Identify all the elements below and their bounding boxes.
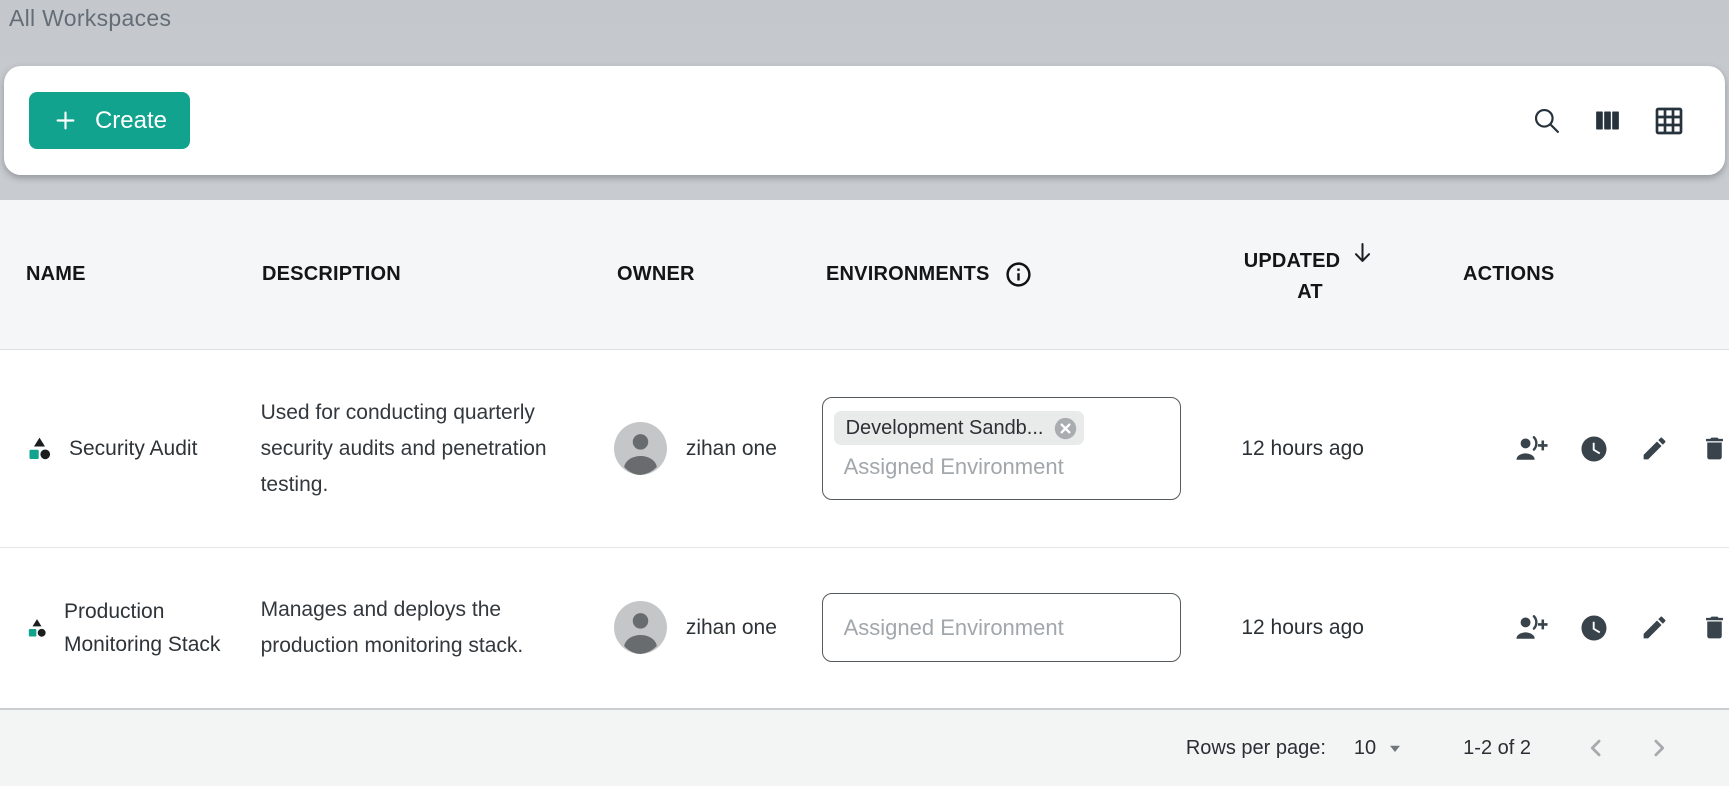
- rows-per-page-value: 10: [1354, 737, 1376, 760]
- rows-per-page-label: Rows per page:: [1186, 737, 1326, 760]
- arrow-down-icon: [1349, 239, 1376, 274]
- grid-view-icon[interactable]: [1653, 105, 1685, 137]
- owner-name: zihan one: [686, 616, 777, 640]
- workspaces-table: NAME DESCRIPTION OWNER ENVIRONMENTS UPDA…: [0, 200, 1729, 786]
- environments-header-label: ENVIRONMENTS: [826, 263, 990, 286]
- history-clock-icon[interactable]: [1579, 434, 1609, 464]
- environment-placeholder: Assigned Environment: [844, 615, 1064, 641]
- workspace-name: Production Monitoring Stack: [64, 595, 232, 661]
- history-clock-icon[interactable]: [1579, 613, 1609, 643]
- workspace-description: Manages and deploys the production monit…: [261, 592, 551, 664]
- table-header-row: NAME DESCRIPTION OWNER ENVIRONMENTS UPDA…: [0, 200, 1729, 350]
- workspace-description: Used for conducting quarterly security a…: [261, 395, 551, 503]
- updated-at-header-label: UPDATED: [1244, 247, 1341, 275]
- updated-at-value: 12 hours ago: [1241, 616, 1364, 640]
- create-button-label: Create: [95, 107, 167, 135]
- column-header-updated-at[interactable]: UPDATED AT: [1200, 243, 1420, 306]
- workspace-category-icon: [26, 435, 53, 462]
- page-title: All Workspaces: [9, 5, 171, 32]
- view-columns-icon[interactable]: [1593, 106, 1622, 135]
- delete-trash-icon[interactable]: [1700, 434, 1729, 463]
- owner-name: zihan one: [686, 437, 777, 461]
- person-add-icon[interactable]: [1514, 613, 1548, 642]
- column-header-name: NAME: [0, 263, 262, 286]
- dropdown-arrow-icon: [1383, 736, 1407, 760]
- environment-chip[interactable]: Development Sandb...: [834, 411, 1085, 445]
- plus-icon: [52, 107, 79, 134]
- table-row: Production Monitoring Stack Manages and …: [0, 548, 1729, 707]
- create-button[interactable]: Create: [29, 92, 190, 149]
- column-header-environments: ENVIRONMENTS: [826, 260, 1200, 289]
- avatar-person-icon: [614, 601, 667, 654]
- workspace-category-icon: [26, 617, 48, 639]
- edit-pencil-icon[interactable]: [1640, 434, 1669, 463]
- updated-at-value: 12 hours ago: [1241, 437, 1364, 461]
- toolbar-icons: [1531, 105, 1685, 137]
- avatar-person-icon: [614, 422, 667, 475]
- environment-placeholder: Assigned Environment: [844, 454, 1169, 480]
- table-row: Security Audit Used for conducting quart…: [0, 350, 1729, 548]
- chevron-right-icon[interactable]: [1644, 733, 1674, 763]
- search-icon[interactable]: [1531, 105, 1562, 136]
- pagination-range: 1-2 of 2: [1463, 737, 1531, 760]
- toolbar-card: Create: [4, 66, 1725, 175]
- environment-chip-label: Development Sandb...: [846, 417, 1044, 440]
- remove-x-icon[interactable]: [1052, 415, 1079, 442]
- pagination-bar: Rows per page: 10 1-2 of 2: [0, 708, 1729, 786]
- chevron-left-icon[interactable]: [1581, 733, 1611, 763]
- column-header-description: DESCRIPTION: [262, 263, 602, 286]
- updated-at-header-label-line2: AT: [1244, 278, 1377, 306]
- assigned-environment-input[interactable]: Assigned Environment: [822, 593, 1181, 662]
- person-add-icon[interactable]: [1514, 434, 1548, 463]
- workspace-name: Security Audit: [69, 432, 197, 465]
- rows-per-page-select[interactable]: 10: [1354, 736, 1407, 760]
- column-header-actions: ACTIONS: [1420, 263, 1729, 286]
- assigned-environment-input[interactable]: Development Sandb... Assigned Environmen…: [822, 397, 1181, 500]
- info-icon[interactable]: [1004, 260, 1033, 289]
- delete-trash-icon[interactable]: [1700, 613, 1729, 642]
- edit-pencil-icon[interactable]: [1640, 613, 1669, 642]
- column-header-owner: OWNER: [602, 263, 826, 286]
